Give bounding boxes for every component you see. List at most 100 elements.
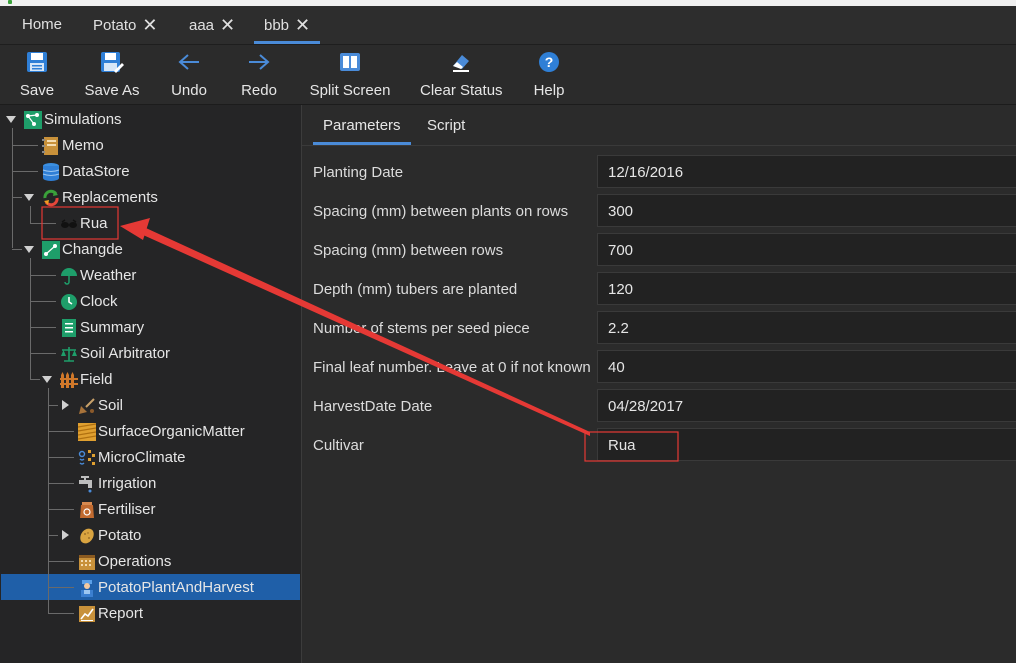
eraser-icon (453, 55, 469, 72)
tree-line (30, 206, 31, 224)
svg-text:?: ? (545, 54, 554, 70)
tab-parameters[interactable]: Parameters (313, 105, 411, 145)
tree-line (30, 379, 40, 380)
database-icon (42, 163, 60, 181)
cultivar-input[interactable] (608, 437, 988, 454)
tree-line (12, 128, 13, 248)
final-leaf-number-input[interactable] (608, 359, 988, 376)
tree-line (48, 483, 74, 484)
tab-potato[interactable]: Potato ✕ (93, 6, 157, 44)
redo-button[interactable]: Redo (240, 49, 278, 99)
parameter-value-field[interactable] (597, 233, 1016, 266)
parameter-value-field[interactable] (597, 350, 1016, 383)
tab-home[interactable]: Home (22, 6, 62, 44)
tab-parameters-label: Parameters (323, 117, 401, 134)
tab-script[interactable]: Script (427, 105, 465, 145)
cultivar-icon (61, 219, 77, 228)
parameter-value-field[interactable] (597, 428, 1016, 461)
tree-node-label: Soil (98, 397, 124, 414)
tree-line (48, 388, 49, 614)
parameter-value-field[interactable] (597, 194, 1016, 227)
close-icon[interactable]: ✕ (142, 6, 157, 44)
tree-node-label: Replacements (62, 189, 158, 206)
undo-button[interactable]: Undo (168, 49, 210, 99)
tree-node-label: Irrigation (98, 475, 157, 492)
document-tab-bar: Home Potato ✕ aaa ✕ bbb ✕ (0, 6, 1016, 45)
tree-line (12, 197, 22, 198)
memo-notebook-icon (42, 137, 58, 155)
save-as-button[interactable]: Save As (84, 49, 140, 99)
parameter-row: Spacing (mm) between rows (302, 231, 1016, 270)
tree-node-label: Fertiliser (98, 501, 156, 518)
expand-arrow-icon[interactable] (62, 400, 69, 410)
tree-line (48, 431, 74, 432)
collapse-arrow-icon[interactable] (24, 194, 34, 201)
tab-home-label: Home (22, 16, 63, 33)
stems-per-seed-input[interactable] (608, 320, 988, 337)
tree-node-label: SurfaceOrganicMatter (98, 423, 245, 440)
panel-tab-bar: Parameters Script (302, 105, 1016, 146)
umbrella-icon (61, 268, 77, 285)
tab-script-label: Script (427, 117, 466, 134)
row-spacing-input[interactable] (608, 242, 988, 259)
parameter-label: Planting Date (313, 164, 404, 181)
tree-line (48, 457, 74, 458)
parameter-label: Cultivar (313, 437, 364, 454)
planting-date-input[interactable] (608, 164, 988, 181)
tab-bbb[interactable]: bbb ✕ (254, 6, 321, 44)
close-icon[interactable]: ✕ (220, 6, 235, 44)
save-as-label: Save As (84, 82, 140, 99)
parameter-label: Final leaf number. Leave at 0 if not kno… (313, 359, 591, 376)
collapse-arrow-icon[interactable] (24, 246, 34, 253)
potato-icon (80, 528, 94, 544)
properties-panel: Parameters Script Planting Date Spacing … (302, 105, 1016, 663)
tree-line (30, 353, 56, 354)
shovel-icon (79, 398, 95, 414)
replacements-icon (43, 189, 59, 207)
tab-potato-label: Potato (93, 17, 137, 34)
parameter-value-field[interactable] (597, 389, 1016, 422)
help-icon: ? (539, 52, 559, 72)
parameter-row: Cultivar (302, 426, 1016, 465)
tab-bbb-label: bbb (264, 17, 290, 34)
parameter-value-field[interactable] (597, 311, 1016, 344)
tap-icon (79, 476, 92, 493)
split-screen-icon (340, 53, 360, 71)
scales-icon (61, 347, 77, 362)
tree-line (30, 327, 56, 328)
tree-node-label: Weather (80, 267, 137, 284)
tuber-depth-input[interactable] (608, 281, 988, 298)
parameter-value-field[interactable] (597, 155, 1016, 188)
tab-aaa-label: aaa (189, 17, 215, 34)
parameter-value-field[interactable] (597, 272, 1016, 305)
redo-label: Redo (241, 82, 277, 99)
plant-spacing-input[interactable] (608, 203, 988, 220)
farmer-manager-icon (81, 580, 93, 597)
split-screen-button[interactable]: Split Screen (308, 49, 392, 99)
arrow-left-icon (178, 54, 199, 70)
tree-node-label: Rua (80, 215, 108, 232)
clear-status-label: Clear Status (420, 82, 503, 99)
close-icon[interactable]: ✕ (295, 6, 310, 44)
save-label: Save (19, 82, 55, 99)
tree-node-label: MicroClimate (98, 449, 186, 466)
parameter-label: Number of stems per seed piece (313, 320, 530, 337)
help-button[interactable]: ? Help (530, 49, 568, 99)
tab-aaa[interactable]: aaa ✕ (189, 6, 235, 44)
harvest-date-input[interactable] (608, 398, 988, 415)
summary-document-icon (62, 319, 76, 337)
collapse-arrow-icon[interactable] (42, 376, 52, 383)
clock-icon (61, 294, 77, 310)
tree-node-label: PotatoPlantAndHarvest (98, 579, 254, 596)
parameter-row: Depth (mm) tubers are planted (302, 270, 1016, 309)
tree-line (30, 301, 56, 302)
tree-line (48, 405, 58, 406)
save-button[interactable]: Save (18, 49, 56, 99)
help-label: Help (533, 82, 565, 99)
split-screen-label: Split Screen (309, 82, 391, 99)
collapse-arrow-icon[interactable] (6, 116, 16, 123)
tree-node-label: Memo (62, 137, 104, 154)
microclimate-icon (78, 450, 95, 465)
expand-arrow-icon[interactable] (62, 530, 69, 540)
clear-status-button[interactable]: Clear Status (420, 49, 503, 99)
